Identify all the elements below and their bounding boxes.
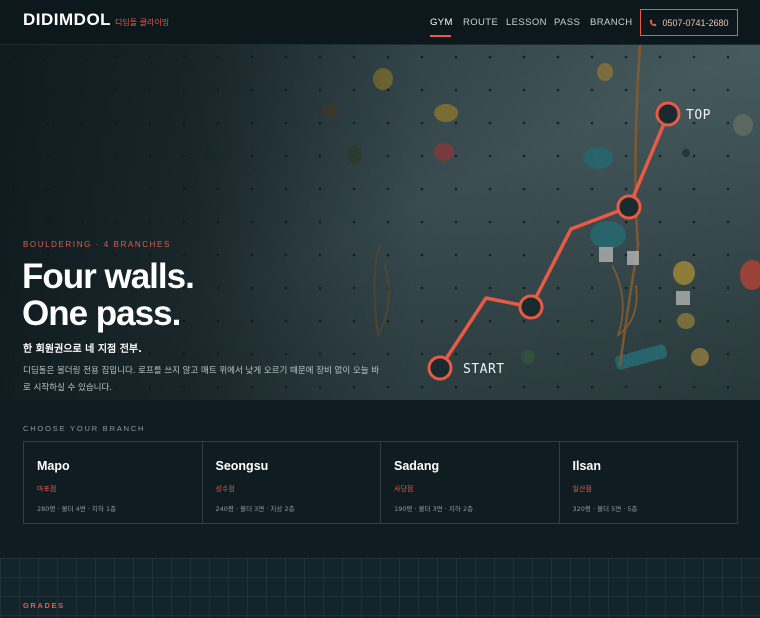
hero-description: 디딤돌은 볼더링 전용 짐입니다. 로프를 쓰지 않고 매트 위에서 낮게 오르…: [23, 366, 380, 393]
hero-headline-line2: One pass.: [22, 294, 181, 333]
nav-lesson[interactable]: LESSON: [506, 17, 547, 28]
hero-subtitle: 한 회원권으로 네 지점 전부.: [23, 344, 142, 355]
site-header: DIDIMDOL 디딤돌 클라이밍 GYM ROUTE LESSON PASS …: [0, 0, 760, 45]
branch-card-ilsan[interactable]: Ilsan 일산점 320평 · 볼더 5면 · 5층: [560, 442, 738, 523]
grades-section: GRADES: [0, 558, 760, 618]
branch-info: 190평 · 볼더 3면 · 지하 2층: [394, 505, 474, 513]
route-start-label: START: [463, 362, 505, 377]
route-hold-top: [655, 101, 681, 127]
nav-route[interactable]: ROUTE: [463, 17, 498, 28]
branch-kr-name: 마포점: [37, 485, 57, 493]
branch-card-seongsu[interactable]: Seongsu 성수점 240평 · 볼더 3면 · 지상 2층: [203, 442, 381, 523]
phone-button[interactable]: 0507-0741-2680: [640, 9, 738, 36]
branch-info: 240평 · 볼더 3면 · 지상 2층: [215, 505, 295, 513]
branch-section-label: CHOOSE YOUR BRANCH: [23, 424, 146, 433]
branch-kr-name: 사당점: [394, 485, 414, 493]
branch-name: Mapo: [37, 459, 70, 473]
nav-gym[interactable]: GYM: [430, 17, 453, 28]
branch-name: Seongsu: [215, 459, 269, 473]
logo[interactable]: DIDIMDOL: [23, 10, 111, 30]
branch-card-mapo[interactable]: Mapo 마포점 280평 · 볼더 4면 · 지하 1층: [24, 442, 203, 523]
logo-subtitle: 디딤돌 클라이밍: [115, 18, 170, 27]
branch-kr-name: 일산점: [572, 485, 592, 493]
nav-active-underline: [430, 35, 451, 37]
hero-headline-line1: Four walls.: [22, 257, 195, 296]
route-top-label: TOP: [686, 108, 711, 123]
hero-headline: Four walls. One pass.: [22, 257, 195, 333]
grades-section-label: GRADES: [23, 601, 65, 610]
hero-eyebrow: BOULDERING · 4 BRANCHES: [23, 240, 171, 249]
branch-kr-name: 성수점: [215, 485, 235, 493]
branch-name: Ilsan: [572, 459, 602, 473]
route-hold-start: [427, 355, 453, 381]
route-hold: [616, 194, 642, 220]
phone-icon: [650, 19, 657, 26]
branch-info: 320평 · 볼더 5면 · 5층: [572, 505, 638, 513]
branch-name: Sadang: [394, 459, 440, 473]
branch-list: Mapo 마포점 280평 · 볼더 4면 · 지하 1층 Seongsu 성수…: [23, 441, 738, 524]
branch-card-sadang[interactable]: Sadang 사당점 190평 · 볼더 3면 · 지하 2층: [381, 442, 560, 523]
nav-pass[interactable]: PASS: [554, 17, 580, 28]
branch-info: 280평 · 볼더 4면 · 지하 1층: [37, 505, 117, 513]
phone-number: 0507-0741-2680: [662, 17, 729, 28]
route-hold: [518, 294, 544, 320]
nav-branch[interactable]: BRANCH: [590, 17, 633, 28]
hero-section: START TOP BOULDERING · 4 BRANCHES Four w…: [0, 45, 760, 400]
